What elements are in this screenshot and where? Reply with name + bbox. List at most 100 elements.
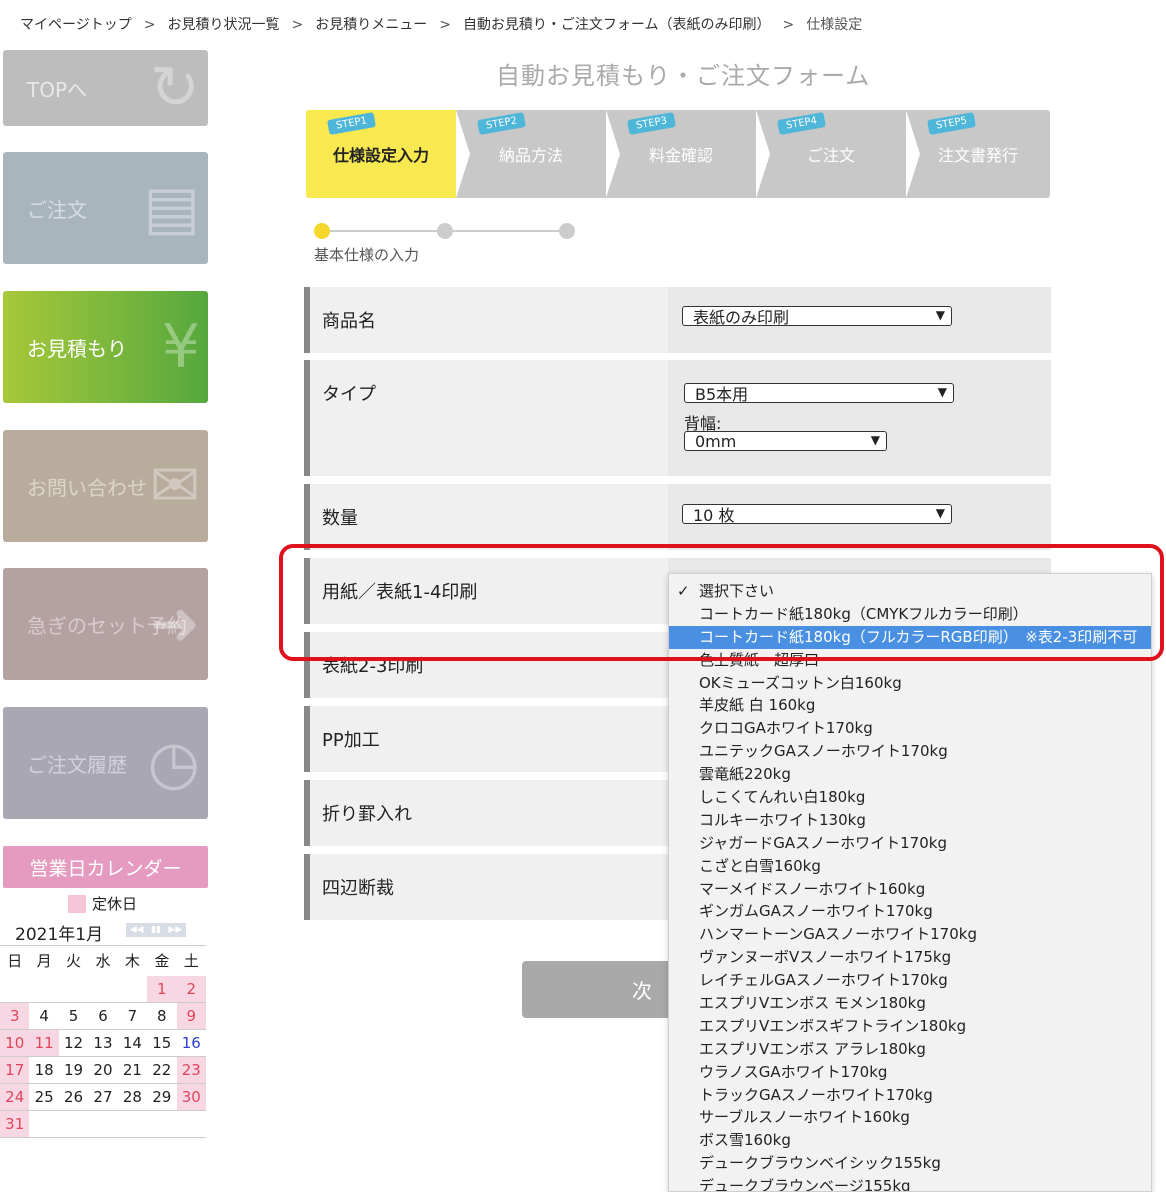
type-select[interactable]: B5本用 ▼ (684, 383, 954, 404)
row-quantity-label: 数量 (322, 508, 358, 529)
paper-option[interactable]: ウラノスGAホワイト170kg (669, 1061, 1151, 1084)
paper-option[interactable]: トラックGAスノーホワイト170kg (669, 1084, 1151, 1107)
sidebar-history-label: ご注文履歴 (27, 752, 127, 777)
yen-arrow-icon: ¥ (161, 312, 200, 382)
breadcrumb-estimate-menu[interactable]: お見積りメニュー (315, 17, 427, 33)
chevron-down-icon: ▼ (935, 506, 945, 520)
step-indicator: STEP1 仕様設定入力 STEP2 納品方法 STEP3 料金確認 STEP4… (306, 110, 1050, 198)
paper-option[interactable]: 羊皮紙 白 160kg (669, 694, 1151, 717)
calendar-next-icon[interactable]: ▶▶ (168, 925, 182, 935)
calendar-day: 14 (117, 1029, 148, 1057)
calendar-day: 8 (147, 1002, 177, 1030)
calendar-day: 27 (88, 1083, 118, 1111)
product-select[interactable]: 表紙のみ印刷 ▼ (682, 306, 952, 327)
paper-option[interactable]: ハンマートーンGAスノーホワイト170kg (669, 923, 1151, 946)
sidebar-estimate-label: お見積もり (27, 336, 127, 361)
paper-option[interactable]: ユニテックGAスノーホワイト170kg (669, 740, 1151, 763)
paper-option[interactable]: 雲竜紙220kg (669, 763, 1151, 786)
calendar-weekday: 月 (29, 945, 59, 976)
sidebar-estimate-button[interactable]: お見積もり ¥ (3, 291, 208, 403)
breadcrumb: マイページトップ > お見積り状況一覧 > お見積りメニュー > 自動お見積り・ご注文フォー… (20, 14, 862, 34)
step-label: ご注文 (806, 146, 855, 165)
paper-option[interactable]: こざと白雪160kg (669, 855, 1151, 878)
calendar-title: 営業日カレンダー (3, 846, 208, 888)
step-chevron (906, 110, 920, 198)
calendar-day: 1 (147, 975, 177, 1003)
sidebar-top-label: TOPへ (27, 77, 88, 102)
paper-option[interactable]: エスプリVエンボス モメン180kg (669, 992, 1151, 1015)
form-title: 自動お見積もり・ご注文フォーム (496, 62, 871, 90)
paper-option[interactable]: デュークブラウンベージ155kg (669, 1175, 1151, 1191)
paper-option[interactable]: レイチェルGAスノーホワイト170kg (669, 969, 1151, 992)
calendar-day: 13 (88, 1029, 118, 1057)
step-1: STEP1 仕様設定入力 (306, 110, 456, 198)
paper-option[interactable]: サーブルスノーホワイト160kg (669, 1106, 1151, 1129)
paper-option[interactable]: コルキーホワイト130kg (669, 809, 1151, 832)
type-select-value: B5本用 (695, 385, 749, 404)
step-chevron (756, 110, 770, 198)
calendar-day: 2 (176, 975, 206, 1003)
calendar-day: 31 (0, 1110, 30, 1138)
history-clock-icon: ◷ (147, 728, 200, 798)
paper-option[interactable]: クロコGAホワイト170kg (669, 717, 1151, 740)
calendar-day: 17 (0, 1056, 30, 1084)
calendar-day (147, 1110, 177, 1138)
breadcrumb-separator: > (782, 17, 795, 33)
calendar-day (58, 1110, 89, 1138)
calendar-weekday: 火 (58, 945, 89, 976)
row-type-value: B5本用 ▼ 背幅: 0mm ▼ (668, 360, 1051, 476)
paper-option[interactable]: エスプリVエンボスギフトライン180kg (669, 1015, 1151, 1038)
calendar-pause-icon[interactable]: ▮▮ (151, 925, 161, 935)
step-2: STEP2 納品方法 (456, 110, 606, 198)
sidebar-history-button[interactable]: ご注文履歴 ◷ (3, 707, 208, 819)
paper-dropdown-list[interactable]: 選択下さいコートカード紙180kg（CMYKフルカラー印刷）コートカード紙180… (668, 573, 1152, 1192)
calendar-day (29, 975, 59, 1003)
calendar-day: 12 (58, 1029, 89, 1057)
calendar-day: 16 (176, 1029, 206, 1057)
row-fold-label: 折り罫入れ (322, 804, 412, 825)
sidebar-order-button[interactable]: ご注文 ▤ (3, 152, 208, 264)
spine-select[interactable]: 0mm ▼ (684, 431, 887, 451)
calendar-month: 2021年1月 (15, 925, 104, 945)
sidebar-express-button[interactable]: 急ぎのセット予約 ➜ (3, 568, 208, 680)
row-quantity: 数量 10 枚 ▼ (304, 484, 1051, 550)
step-tag: STEP3 (627, 112, 677, 135)
paper-option[interactable]: ボス雪160kg (669, 1129, 1151, 1152)
step-label: 仕様設定入力 (332, 146, 429, 165)
paper-option[interactable]: しこくてんれい白180kg (669, 786, 1151, 809)
quantity-select[interactable]: 10 枚 ▼ (682, 504, 952, 525)
breadcrumb-auto-form[interactable]: 自動お見積り・ご注文フォーム（表紙のみ印刷） (463, 17, 771, 33)
calendar-prev-icon[interactable]: ◀◀ (130, 925, 144, 935)
sub-step-label: 基本仕様の入力 (314, 246, 420, 264)
sidebar-contact-button[interactable]: お問い合わせ ✉ (3, 430, 208, 542)
paper-option[interactable]: エスプリVエンボス アラレ180kg (669, 1038, 1151, 1061)
paper-option[interactable]: ジャガードGAスノーホワイト170kg (669, 832, 1151, 855)
paper-option[interactable]: マーメイドスノーホワイト160kg (669, 878, 1151, 901)
calendar-weekday: 土 (176, 945, 206, 976)
calendar-day (176, 1110, 206, 1138)
calendar-weekday: 水 (88, 945, 118, 976)
calendar-day: 15 (147, 1029, 177, 1057)
breadcrumb-mypage[interactable]: マイページトップ (20, 17, 132, 33)
paper-option[interactable]: ヴァンヌーボVスノーホワイト175kg (669, 946, 1151, 969)
sidebar-top-button[interactable]: TOPへ ↻ (3, 50, 208, 126)
paper-option[interactable]: デュークブラウンベイシック155kg (669, 1152, 1151, 1175)
calendar-day (58, 975, 89, 1003)
step-label: 納品方法 (498, 146, 563, 165)
calendar-day: 9 (176, 1002, 206, 1030)
sub-step-dot-2 (437, 223, 453, 239)
chevron-down-icon: ▼ (935, 308, 945, 322)
breadcrumb-current: 仕様設定 (806, 17, 863, 33)
row-pp-label: PP加工 (322, 730, 380, 751)
calendar-day: 3 (0, 1002, 30, 1030)
paper-option[interactable]: OKミューズコットン白160kg (669, 672, 1151, 695)
calendar-day: 23 (176, 1056, 206, 1084)
step-tag: STEP5 (927, 112, 977, 135)
paper-option[interactable]: ギンガムGAスノーホワイト170kg (669, 900, 1151, 923)
chevron-down-icon: ▼ (870, 433, 880, 447)
breadcrumb-estimate-status[interactable]: お見積り状況一覧 (167, 17, 279, 33)
calendar-day (117, 1110, 148, 1138)
product-select-value: 表紙のみ印刷 (693, 308, 790, 327)
calendar-day: 19 (58, 1056, 89, 1084)
envelope-icon: ✉ (149, 451, 200, 521)
